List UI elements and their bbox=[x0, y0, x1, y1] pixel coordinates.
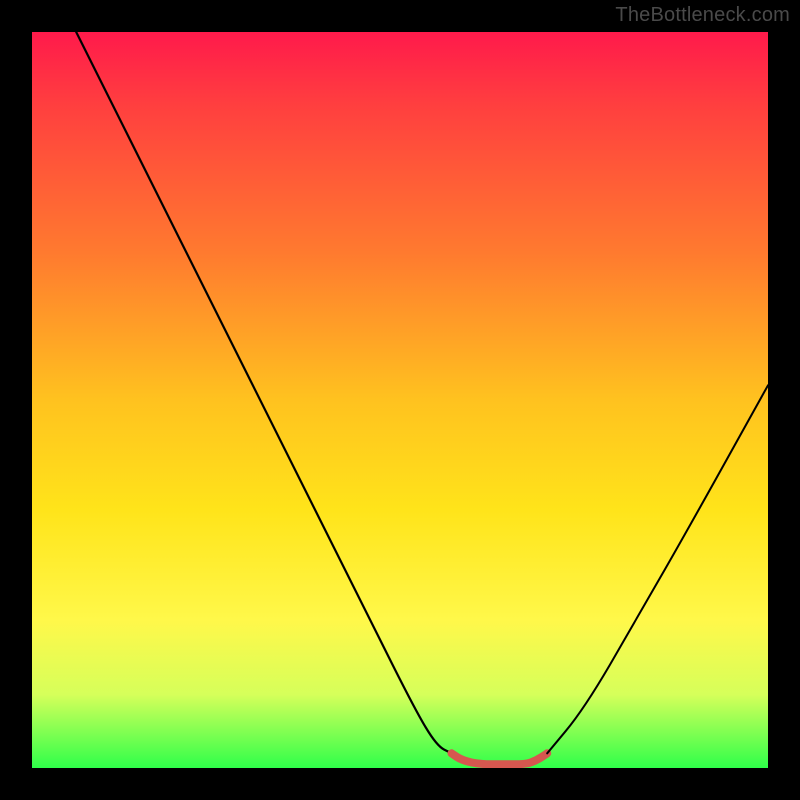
series-valley-highlight bbox=[452, 753, 548, 764]
chart-frame: TheBottleneck.com bbox=[0, 0, 800, 800]
series-right-curve bbox=[547, 385, 768, 753]
plot-area bbox=[32, 32, 768, 768]
watermark-text: TheBottleneck.com bbox=[615, 4, 790, 27]
curve-layer bbox=[32, 32, 768, 768]
series-left-curve bbox=[76, 32, 451, 753]
